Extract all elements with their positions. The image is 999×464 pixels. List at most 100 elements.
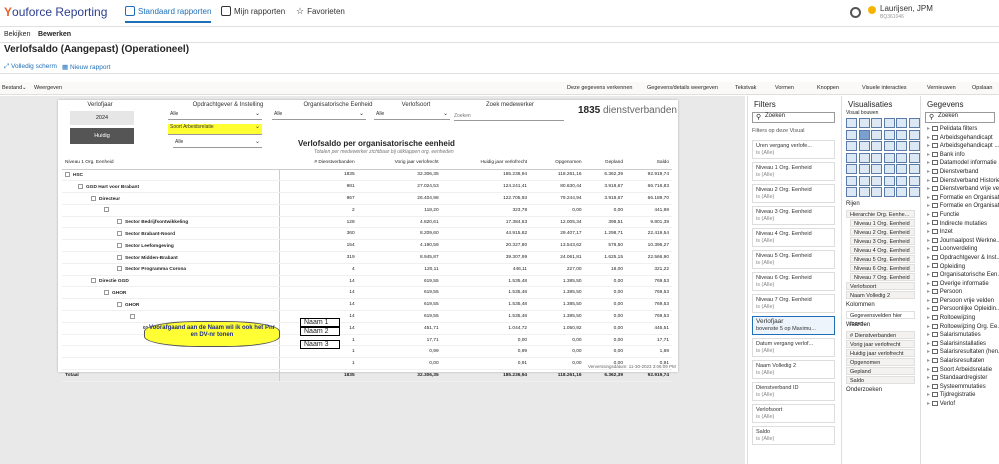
visual-type-icon[interactable] — [858, 129, 870, 140]
expand-icon[interactable] — [65, 172, 70, 178]
visual-type-icon[interactable] — [883, 129, 895, 140]
view-menu[interactable]: Weergeven — [34, 85, 62, 91]
data-table-item[interactable]: Persoon vrije velden — [921, 297, 999, 306]
data-table-item[interactable]: Persoon — [921, 288, 999, 297]
table-row[interactable]: Sector Brabant-Noord 360 8.209,60 44.915,82… — [62, 227, 672, 241]
verlofsoort-dropdown[interactable]: Alle — [374, 110, 450, 120]
details-button[interactable]: Gegevens/details weergeven — [647, 85, 718, 91]
expand-icon[interactable] — [117, 301, 122, 307]
table-row[interactable]: GHOR 14 619,55 1.535,48 1.385,50 0,00 769,53 — [62, 298, 672, 312]
visual-type-icon[interactable] — [883, 164, 895, 174]
visual-type-icon[interactable] — [858, 175, 870, 186]
visual-type-icon[interactable] — [908, 164, 920, 174]
field-well-item[interactable]: Naam Volledig 2 — [846, 291, 915, 299]
data-table-item[interactable]: Inzet — [921, 228, 999, 237]
field-well-item[interactable]: Vorig jaar verlofrecht — [846, 340, 915, 348]
explore-button[interactable]: Deze gegevens verkennen — [567, 85, 632, 91]
data-table-item[interactable]: Arbeidsgehandicapt — [921, 134, 999, 143]
data-table-item[interactable]: Salarisresultaten (hen... — [921, 348, 999, 357]
visual-type-icon[interactable] — [846, 164, 857, 174]
field-well-item[interactable]: Niveau 1 Org. Eenheid — [850, 219, 915, 227]
edit-tab[interactable]: Bewerken — [38, 31, 71, 38]
table-row[interactable]: 1 0,00 0,91 0,00 0,00 0,91 — [62, 357, 672, 371]
expand-icon[interactable] — [91, 195, 96, 201]
expand-icon[interactable] — [117, 231, 122, 236]
filter-card[interactable]: Niveau 2 Org. Eenheid is (Alle) — [752, 184, 835, 203]
file-menu[interactable]: Bestand — [2, 85, 22, 91]
data-search[interactable]: Zoeken — [925, 112, 995, 123]
table-row[interactable]: 2 118,20 323,78 0,00 0,00 441,98 — [62, 204, 672, 217]
visual-type-icon[interactable] — [908, 118, 920, 128]
visual-type-icon[interactable] — [908, 187, 920, 197]
expand-icon[interactable] — [78, 183, 83, 189]
soort-arbeidsrelatie-dropdown[interactable]: Soort Arbeidsrelatie — [168, 123, 262, 135]
visual-type-icon[interactable] — [908, 152, 920, 163]
gear-icon[interactable] — [850, 7, 861, 18]
data-table-item[interactable]: Opleiding — [921, 263, 999, 272]
field-well-item[interactable]: Niveau 2 Org. Eenheid — [850, 228, 915, 236]
filter-card[interactable]: Datum vergang verlof... is (Alle) — [752, 338, 835, 357]
data-table-item[interactable]: Soort Arbeidsrelatie — [921, 366, 999, 375]
data-table-item[interactable]: Systeemmutaties — [921, 383, 999, 392]
visual-type-icon[interactable] — [858, 187, 870, 197]
visual-type-icon[interactable] — [871, 164, 882, 174]
visual-type-icon[interactable] — [871, 118, 882, 128]
expand-icon[interactable] — [117, 266, 122, 272]
column-header[interactable]: Huidig jaar verlofrecht — [441, 157, 531, 170]
expand-icon[interactable] — [117, 219, 122, 225]
visual-type-icon[interactable] — [846, 129, 857, 140]
visual-type-icon[interactable] — [871, 141, 882, 151]
tab-standaard-rapporten[interactable]: Standaard rapporten — [125, 6, 212, 23]
data-table-item[interactable]: Overige informatie — [921, 280, 999, 289]
filter-card[interactable]: Dienstverband ID is (Alle) — [752, 382, 835, 401]
field-well-item[interactable]: # Dienstverbanden — [846, 331, 915, 339]
visual-type-icon[interactable] — [858, 141, 870, 151]
columns-drop-zone[interactable]: Gegevensvelden hier toevo... — [846, 311, 915, 327]
table-row[interactable]: GHOR 14 619,55 1.535,48 1.385,50 0,00 769,53 — [62, 286, 672, 300]
visual-type-icon[interactable] — [858, 164, 870, 174]
app-logo[interactable]: Youforce Reporting — [4, 5, 107, 19]
data-table-item[interactable]: Bank info — [921, 151, 999, 160]
filter-card[interactable]: Niveau 7 Org. Eenheid is (Alle) — [752, 294, 835, 313]
expand-icon[interactable] — [117, 254, 122, 260]
data-table-item[interactable]: Roltoewijzing — [921, 314, 999, 323]
visual-type-icon[interactable] — [908, 129, 920, 140]
field-well-item[interactable]: Opgenomen — [846, 358, 915, 366]
visual-type-icon[interactable] — [846, 152, 857, 163]
visual-type-icon[interactable] — [883, 118, 895, 128]
data-table-item[interactable]: Dienstverband Historie — [921, 177, 999, 186]
data-table-item[interactable]: Organisatorische Een... — [921, 271, 999, 280]
arbeidsrelatie-value-dropdown[interactable]: Alle — [173, 138, 262, 148]
shapes-button[interactable]: Vormen — [775, 85, 794, 91]
visual-type-icon[interactable] — [896, 152, 907, 163]
data-table-item[interactable]: Dienstverband vrije ve... — [921, 185, 999, 194]
visual-type-icon[interactable] — [871, 187, 882, 197]
filter-card[interactable]: Niveau 4 Org. Eenheid is (Alle) — [752, 228, 835, 247]
visual-type-icon[interactable] — [846, 175, 857, 186]
table-row[interactable]: HSC 1835 32.306,35 185.236,94 118.261,16 6.36… — [62, 169, 672, 182]
field-well-item[interactable]: Niveau 4 Org. Eenheid — [850, 246, 915, 254]
slicer-option-2024[interactable]: 2024 — [70, 111, 134, 125]
table-row[interactable]: GGD Hart voor Brabant 981 27.024,53 124.241… — [62, 180, 672, 194]
data-table-item[interactable]: Tijdregistratie — [921, 391, 999, 400]
data-table-item[interactable]: Opdrachtgever & Inst... — [921, 254, 999, 263]
data-table-item[interactable]: Salarismutaties — [921, 331, 999, 340]
data-table-item[interactable]: Datamodel informatie — [921, 159, 999, 168]
data-table-item[interactable]: Standaardregister — [921, 374, 999, 383]
data-table-item[interactable]: Salarisresultaten — [921, 357, 999, 366]
data-table-item[interactable]: Journaalpost Werkne... — [921, 237, 999, 246]
tab-favorieten[interactable]: ☆ Favorieten — [296, 6, 345, 17]
visual-type-icon[interactable] — [858, 118, 870, 128]
field-well-item[interactable]: Niveau 7 Org. Eenheid — [850, 273, 915, 281]
visual-type-icon[interactable] — [896, 129, 907, 140]
data-table-item[interactable]: Dienstverband — [921, 168, 999, 177]
opdrachtgever-dropdown[interactable]: Alle — [168, 110, 262, 120]
expand-icon[interactable] — [130, 313, 135, 319]
filter-card[interactable]: Saldo is (Alle) — [752, 426, 835, 445]
filters-search[interactable]: Zoeken — [752, 112, 835, 123]
expand-icon[interactable] — [91, 278, 96, 284]
refresh-button[interactable]: Vernieuwen — [927, 85, 956, 91]
column-header[interactable]: Saldo — [626, 157, 672, 170]
data-table-item[interactable]: Arbeidsgehandicapt ... — [921, 142, 999, 151]
visual-type-icon[interactable] — [858, 152, 870, 163]
